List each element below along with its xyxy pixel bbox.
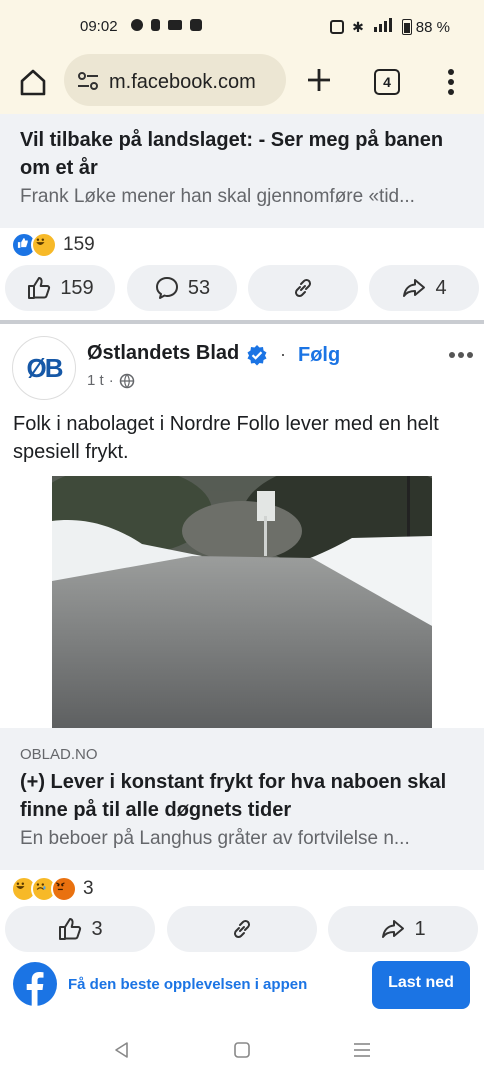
- page-avatar[interactable]: ØB: [12, 336, 76, 400]
- nfc-icon: [330, 20, 345, 34]
- link-headline[interactable]: Vil tilbake på landslaget: - Ser meg på …: [20, 126, 460, 182]
- news-notification-icon: [168, 20, 182, 30]
- avatar-logo: ØB: [26, 352, 64, 383]
- post-image[interactable]: [52, 476, 432, 728]
- like-count: 159: [60, 276, 94, 299]
- share-icon: [382, 920, 405, 938]
- facebook-notification-icon: [131, 19, 143, 31]
- tab-switcher-button[interactable]: 4: [374, 69, 400, 95]
- comment-button[interactable]: 53: [127, 265, 237, 311]
- more-options-icon[interactable]: [448, 350, 474, 360]
- battery-icon: [401, 19, 412, 35]
- link-preview-card[interactable]: Vil tilbake på landslaget: - Ser meg på …: [0, 114, 484, 228]
- address-bar[interactable]: m.facebook.com: [64, 54, 286, 106]
- new-tab-icon[interactable]: [305, 66, 333, 94]
- copy-link-button[interactable]: [248, 265, 358, 311]
- banner-text: Få den beste opplevelsen i appen: [68, 976, 308, 993]
- b-notification-icon: [151, 19, 160, 31]
- globe-icon: [119, 373, 134, 388]
- post-time[interactable]: 1 t: [87, 372, 104, 389]
- f-notification-icon: [190, 19, 202, 31]
- thumbs-up-icon: [28, 277, 51, 299]
- reaction-summary[interactable]: 3: [11, 876, 94, 902]
- post-text: Folk i nabolaget i Nordre Follo lever me…: [13, 413, 439, 463]
- follow-button[interactable]: Følg: [298, 344, 340, 367]
- share-button[interactable]: 1: [328, 906, 478, 952]
- like-count: 3: [91, 917, 103, 940]
- share-count: 4: [435, 276, 447, 299]
- download-app-button[interactable]: Last ned: [372, 961, 470, 1009]
- share-icon: [403, 279, 426, 297]
- page-name[interactable]: Østlandets Blad: [87, 342, 239, 365]
- link-icon: [233, 919, 251, 939]
- post-divider: [0, 320, 484, 324]
- back-icon[interactable]: [112, 1040, 132, 1060]
- meta-separator: ·: [108, 372, 114, 389]
- haha-reaction-icon: [31, 232, 57, 258]
- post-meta: 1 t ·: [87, 372, 135, 389]
- site-settings-icon[interactable]: [77, 72, 99, 90]
- like-button[interactable]: 159: [5, 265, 115, 311]
- separator-dot: ·: [280, 344, 286, 364]
- recents-icon[interactable]: [352, 1041, 372, 1059]
- reaction-count: 159: [63, 234, 95, 255]
- battery-percent: 88 %: [415, 18, 450, 36]
- home-icon[interactable]: [18, 67, 48, 97]
- home-nav-icon[interactable]: [233, 1041, 251, 1059]
- status-time: 09:02: [80, 18, 118, 35]
- link-preview-card[interactable]: OBLAD.NO (+) Lever i konstant frykt for …: [0, 728, 484, 870]
- link-domain: OBLAD.NO: [20, 746, 98, 763]
- url-text[interactable]: m.facebook.com: [109, 71, 256, 94]
- status-bar: 09:02 ✱ 88 %: [0, 0, 484, 50]
- link-subtitle: En beboer på Langhus gråter av fortvilel…: [20, 828, 410, 849]
- reaction-count: 3: [83, 878, 94, 899]
- bluetooth-icon: ✱: [352, 18, 364, 35]
- link-subtitle: Frank Løke mener han skal gjennomføre «t…: [20, 186, 415, 207]
- browser-toolbar: m.facebook.com 4: [0, 50, 484, 114]
- share-count: 1: [414, 917, 426, 940]
- like-button[interactable]: 3: [5, 906, 155, 952]
- link-headline[interactable]: (+) Lever i konstant frykt for hva naboe…: [20, 768, 470, 824]
- verified-badge-icon: [247, 345, 267, 366]
- browser-menu-icon[interactable]: [440, 67, 462, 97]
- angry-reaction-icon: [51, 876, 77, 902]
- copy-link-button[interactable]: [167, 906, 317, 952]
- comment-icon: [155, 277, 178, 299]
- signal-icon: [372, 18, 394, 36]
- notification-icons: [131, 19, 202, 31]
- comment-count: 53: [187, 276, 211, 299]
- reaction-summary[interactable]: 159: [11, 232, 95, 258]
- share-button[interactable]: 4: [369, 265, 479, 311]
- open-app-banner: Få den beste opplevelsen i appen Last ne…: [0, 952, 484, 1022]
- thumbs-up-icon: [59, 918, 82, 940]
- system-navigation-bar: [0, 1022, 484, 1080]
- system-icons: ✱ 88 %: [330, 18, 450, 36]
- link-icon: [294, 278, 312, 298]
- facebook-logo-icon: [13, 962, 57, 1006]
